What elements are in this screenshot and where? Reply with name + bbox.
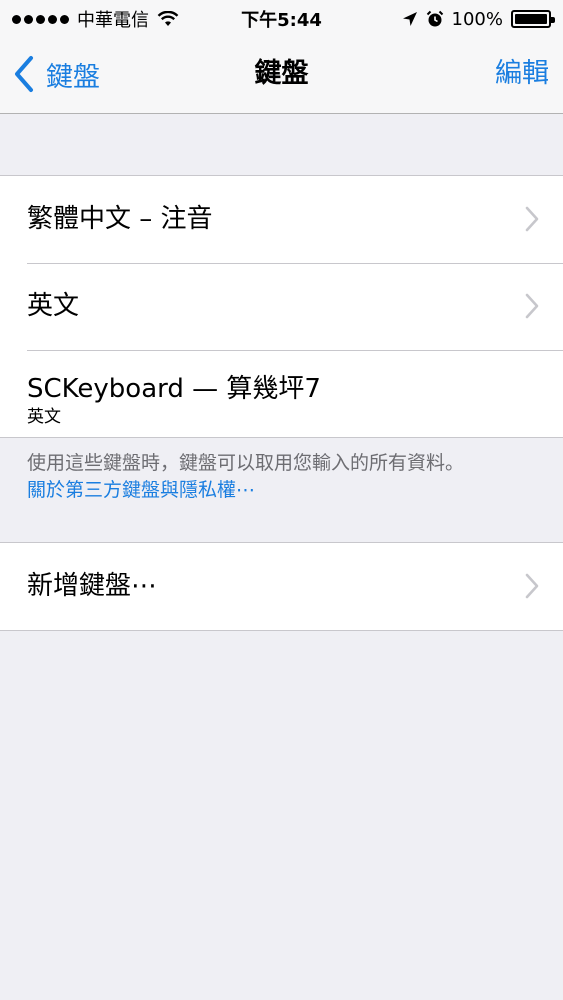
chevron-right-icon (525, 206, 539, 232)
keyboard-item-zhuyin[interactable]: 繁體中文 – 注音 (0, 176, 563, 263)
keyboard-item-subtitle: 英文 (27, 407, 61, 427)
chevron-right-icon (525, 293, 539, 319)
chevron-right-icon (525, 573, 539, 599)
add-keyboard-group: 新增鍵盤⋯ (0, 542, 563, 631)
edit-button[interactable]: 編輯 (495, 38, 549, 110)
battery-icon (511, 10, 555, 28)
privacy-note: 使用這些鍵盤時，鍵盤可以取用您輸入的所有資料。 (27, 452, 465, 474)
privacy-footer: 使用這些鍵盤時，鍵盤可以取用您輸入的所有資料。 關於第三方鍵盤與隱私權⋯ (27, 450, 547, 504)
keyboard-list: 繁體中文 – 注音 英文 SCKeyboard — 算幾坪7 英文 (0, 175, 563, 438)
add-keyboard-label: 新增鍵盤⋯ (27, 571, 158, 601)
navigation-bar: 鍵盤 鍵盤 編輯 (0, 38, 563, 114)
add-keyboard-button[interactable]: 新增鍵盤⋯ (0, 543, 563, 630)
keyboard-item-title: SCKeyboard — 算幾坪7 (27, 374, 321, 404)
privacy-link[interactable]: 關於第三方鍵盤與隱私權⋯ (27, 477, 547, 504)
keyboard-item-sckeyboard[interactable]: SCKeyboard — 算幾坪7 英文 (0, 350, 563, 437)
status-right: 100% (402, 7, 555, 31)
location-arrow-icon (402, 12, 417, 26)
keyboards-settings-screen: 中華電信 下午5:44 100% 鍵盤 鍵盤 編輯 繁體中文 – 注音 英文 S… (0, 0, 563, 1000)
alarm-clock-icon (426, 10, 443, 27)
keyboard-item-english[interactable]: 英文 (0, 263, 563, 350)
keyboard-item-label: 英文 (27, 291, 80, 321)
status-bar: 中華電信 下午5:44 100% (0, 0, 563, 38)
page-title: 鍵盤 (254, 58, 309, 89)
battery-percentage: 100% (451, 8, 503, 30)
keyboard-item-label: 繁體中文 – 注音 (27, 204, 213, 234)
